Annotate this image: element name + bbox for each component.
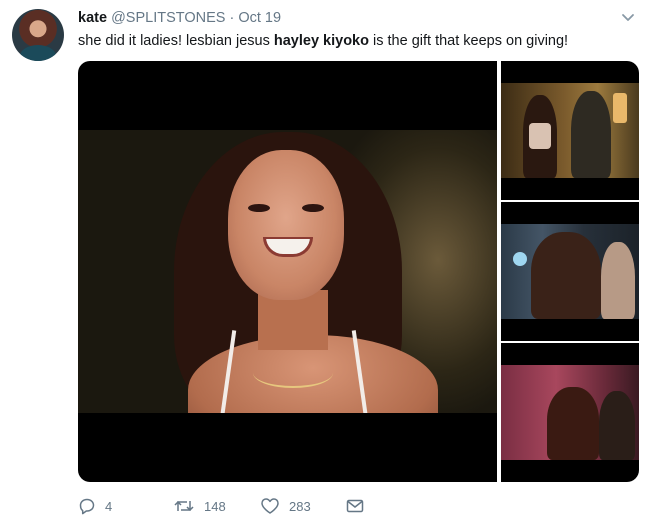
tweet-card[interactable]: kate @SPLITSTONES · Oct 19 she did it la… <box>0 0 671 519</box>
photo-eye-left <box>248 204 270 212</box>
retweet-icon <box>173 497 195 515</box>
photo-necklace <box>253 358 333 388</box>
media-photo-main[interactable] <box>78 61 497 482</box>
thumb3-figure-right <box>601 242 635 319</box>
tweet-header: kate @SPLITSTONES · Oct 19 <box>78 9 281 27</box>
tweet-date[interactable]: Oct 19 <box>238 10 281 26</box>
reply-count: 4 <box>105 498 113 514</box>
tweet-text-part1: she did it ladies! lesbian jesus <box>78 33 274 49</box>
avatar-figure <box>20 45 56 61</box>
thumb-frame-4 <box>501 365 639 460</box>
like-count: 283 <box>289 498 311 514</box>
reply-button[interactable]: 4 <box>78 496 112 516</box>
thumb-frame-2 <box>501 83 639 178</box>
message-button[interactable] <box>346 496 364 516</box>
photo-face <box>228 150 344 300</box>
header-separator: · <box>229 10 235 26</box>
retweet-count: 148 <box>204 498 226 514</box>
thumb3-light <box>513 252 527 266</box>
retweet-button[interactable]: 148 <box>173 496 226 516</box>
media-photo-3[interactable] <box>501 202 639 341</box>
tweet-text: she did it ladies! lesbian jesus hayley … <box>78 32 568 51</box>
heart-icon <box>260 497 280 515</box>
thumb3-figure-left <box>531 232 601 319</box>
thumb2-figure-left-skin <box>529 123 551 149</box>
chevron-down-icon[interactable] <box>620 11 636 23</box>
thumb2-figure-right <box>571 91 611 178</box>
author-handle[interactable]: @SPLITSTONES <box>111 10 225 26</box>
thumb4-figure-right <box>599 391 635 460</box>
like-button[interactable]: 283 <box>260 496 311 516</box>
thumb2-light <box>613 93 627 123</box>
author-name[interactable]: kate <box>78 10 107 26</box>
photo-eye-right <box>302 204 324 212</box>
reply-icon <box>78 497 96 515</box>
thumb-frame-3 <box>501 224 639 319</box>
avatar[interactable] <box>12 9 64 61</box>
media-photo-2[interactable] <box>501 61 639 200</box>
thumb4-figure-left <box>547 387 599 460</box>
tweet-text-bold: hayley kiyoko <box>273 33 369 49</box>
tweet-text-part2: is the gift that keeps on giving! <box>368 33 569 49</box>
media-photo-4[interactable] <box>501 343 639 482</box>
envelope-icon <box>346 498 364 514</box>
media-grid <box>78 61 639 482</box>
main-photo-frame <box>78 130 497 413</box>
